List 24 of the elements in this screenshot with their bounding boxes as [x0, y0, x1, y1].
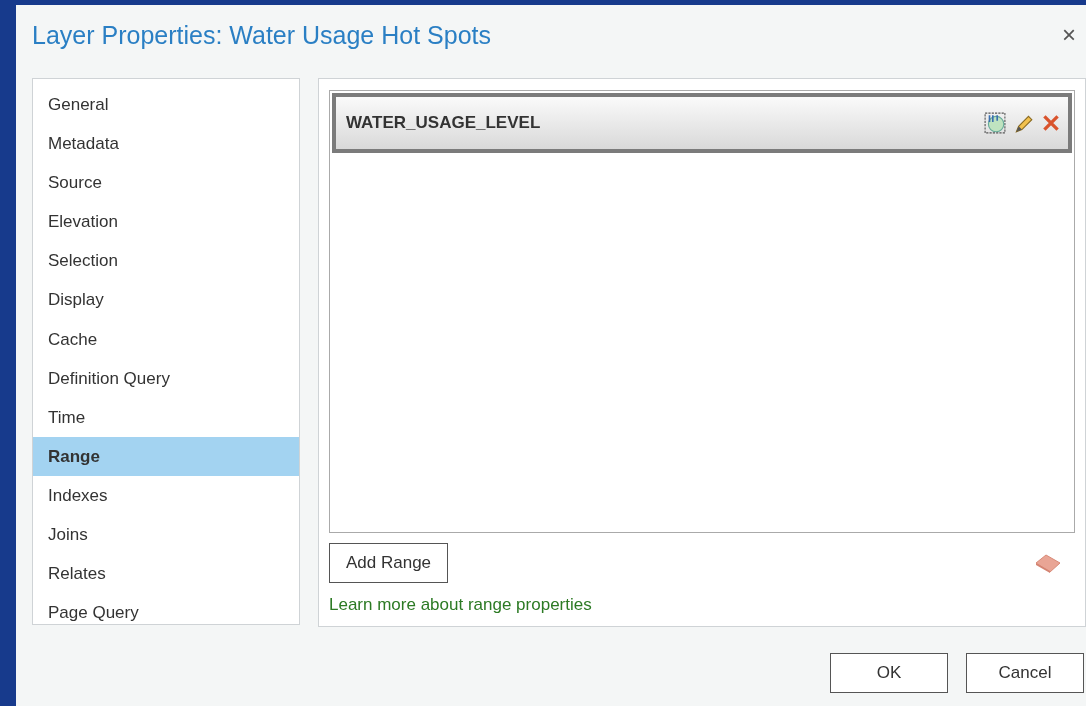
field-name: WATER_USAGE_LEVEL: [346, 113, 541, 133]
sidebar-item[interactable]: Display: [33, 280, 299, 320]
cancel-button[interactable]: Cancel: [966, 653, 1084, 693]
ok-button[interactable]: OK: [830, 653, 948, 693]
sidebar-item[interactable]: Metadata: [33, 124, 299, 164]
globe-icon[interactable]: [984, 112, 1006, 134]
sidebar-item[interactable]: Indexes: [33, 475, 299, 516]
sidebar-item[interactable]: Page Query: [33, 593, 299, 633]
sidebar-item[interactable]: General: [33, 85, 299, 125]
sidebar-item[interactable]: Range: [33, 436, 299, 476]
sidebar-item[interactable]: Cache: [33, 319, 299, 359]
delete-icon[interactable]: [1040, 112, 1062, 134]
help-link[interactable]: Learn more about range properties: [329, 595, 592, 615]
sidebar-item[interactable]: Relates: [33, 554, 299, 594]
sidebar-item[interactable]: Elevation: [33, 202, 299, 242]
add-range-button[interactable]: Add Range: [329, 543, 449, 583]
pencil-icon[interactable]: [1012, 112, 1034, 134]
window-title: Layer Properties: Water Usage Hot Spots: [32, 20, 491, 50]
close-button[interactable]: ×: [1056, 21, 1082, 49]
sidebar-item[interactable]: Definition Query: [33, 358, 299, 398]
sidebar-item[interactable]: Joins: [33, 515, 299, 555]
sidebar-item[interactable]: Selection: [33, 241, 299, 281]
sidebar-item[interactable]: Time: [33, 397, 299, 437]
sidebar-item[interactable]: Source: [33, 163, 299, 203]
